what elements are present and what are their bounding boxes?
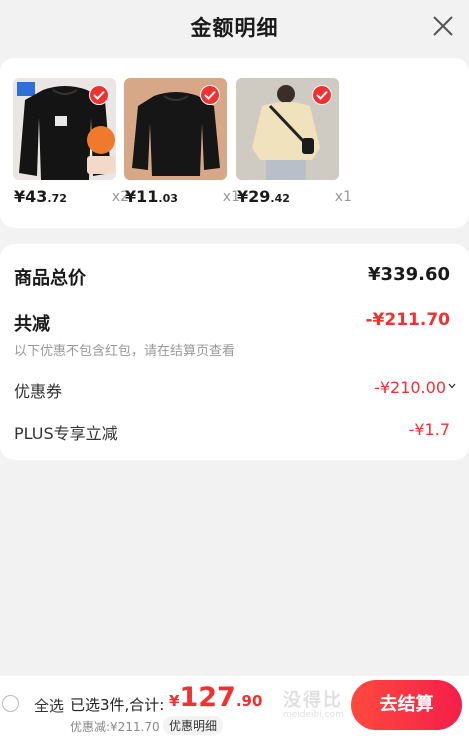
selected-check-icon[interactable] <box>200 85 220 105</box>
discount-detail-link[interactable]: 优惠明细 <box>163 716 224 735</box>
chevron-down-icon[interactable] <box>448 383 456 389</box>
checkout-bar: 全选 已选3件,合计: ¥127.90 优惠减:¥211.70 优惠明细 没得比… <box>0 676 469 739</box>
total-reduction-label: 共减 <box>14 314 50 335</box>
product-quantity: x1 <box>334 189 352 205</box>
order-total: ¥127.90 <box>169 682 263 713</box>
product-image <box>236 78 339 180</box>
product-price: ¥43.72 <box>14 187 67 206</box>
product-item[interactable]: ¥11.03 x1 <box>124 78 240 206</box>
price-summary-card: 商品总价 ¥339.60 共减 -¥211.70 以下优惠不包含红包，请在结算页… <box>0 244 469 460</box>
goods-total-value: ¥339.60 <box>368 264 450 285</box>
modal-header: 金额明细 <box>0 0 469 56</box>
product-list-card: ¥43.72 x2 ¥11.03 x1 ¥29.42 x1 <box>0 58 469 228</box>
close-icon[interactable] <box>431 14 455 38</box>
product-price: ¥29.42 <box>237 187 290 206</box>
product-image <box>13 78 116 180</box>
total-reduction-value: -¥211.70 <box>365 310 451 330</box>
selected-check-icon[interactable] <box>89 85 109 105</box>
select-all-label[interactable]: 全选 <box>34 695 64 716</box>
selected-check-icon[interactable] <box>312 85 332 105</box>
product-image <box>124 78 227 180</box>
coupon-label: 优惠券 <box>14 382 63 401</box>
plus-discount-value: -¥1.7 <box>408 420 450 439</box>
watermark-logo: 没得比 meideibi.com <box>283 690 344 720</box>
discount-text: 优惠减:¥211.70 <box>70 720 160 734</box>
selected-count-text: 已选3件,合计: <box>70 696 165 714</box>
product-item[interactable]: ¥43.72 x2 <box>13 78 129 206</box>
modal-title: 金额明细 <box>190 16 279 40</box>
plus-discount-label: PLUS专享立减 <box>14 424 118 443</box>
coupon-value: -¥210.00 <box>374 378 446 397</box>
product-price: ¥11.03 <box>125 187 178 206</box>
goods-total-label: 商品总价 <box>14 268 86 289</box>
select-all-radio[interactable] <box>2 695 19 712</box>
product-item[interactable]: ¥29.42 x1 <box>236 78 352 206</box>
reduction-note: 以下优惠不包含红包，请在结算页查看 <box>14 344 236 359</box>
checkout-button[interactable]: 去结算 <box>351 680 462 730</box>
